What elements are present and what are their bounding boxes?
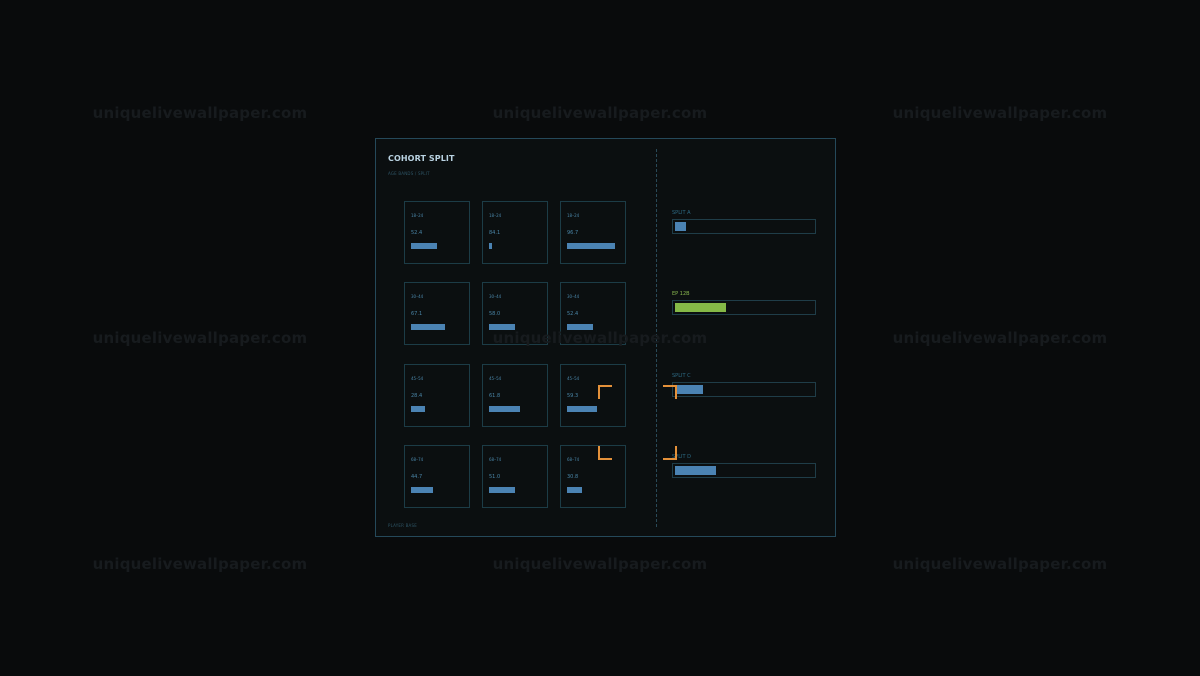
corner-bracket-icon [598,385,612,399]
watermark-text: uniquelivewallpaper.com [492,555,708,573]
cohort-cell-value: 30.8 [567,474,579,480]
cohort-cell-value: 58.0 [489,311,501,317]
cohort-cell-bar [411,406,425,412]
cohort-cell-label: 30–44 [567,294,580,299]
split-bar-fill [675,303,726,312]
cohort-cell-value: 67.1 [411,311,423,317]
cohort-cell-value: 52.4 [411,230,423,236]
cohort-cell-bar [489,487,515,493]
split-bar-track [672,463,816,478]
watermark-text: uniquelivewallpaper.com [892,104,1108,122]
cohort-cell-label: 30–44 [411,294,424,299]
cohort-cell-bar [411,243,437,249]
cohort-cell-label: 45–54 [567,376,580,381]
cohort-cell-bar [489,243,492,249]
split-bar-fill [675,385,703,394]
cohort-cell-label: 30–44 [489,294,502,299]
watermark-text: uniquelivewallpaper.com [92,329,308,347]
cohort-cell-bar [567,406,597,412]
watermark-text: uniquelivewallpaper.com [492,329,708,347]
split-bar-track [672,382,816,397]
split-bar-label: SPLIT A [672,210,691,216]
cohort-cell-value: 59.3 [567,393,579,399]
split-bar-fill [675,222,686,231]
cohort-cell-label: 68–74 [411,457,424,462]
cohort-cell: 68–74 30.8 [560,445,626,508]
cohort-cell-bar [489,406,520,412]
cohort-cell-value: 96.7 [567,230,579,236]
cohort-cell: 18–24 96.7 [560,201,626,264]
cohort-cell: 68–74 44.7 [404,445,470,508]
corner-bracket-icon [663,385,677,399]
cohort-cell-value: 84.1 [489,230,501,236]
watermark-text: uniquelivewallpaper.com [892,329,1108,347]
cohort-cell-bar [567,243,615,249]
split-bar-label: EP 12B [672,291,690,297]
watermark-text: uniquelivewallpaper.com [492,104,708,122]
watermark-text: uniquelivewallpaper.com [892,555,1108,573]
cohort-cell-label: 18–24 [489,213,502,218]
cohort-cell: 18–24 52.4 [404,201,470,264]
cohort-cell-bar [411,324,445,330]
corner-bracket-icon [598,446,612,460]
cohort-cell-value: 51.0 [489,474,501,480]
watermark-text: uniquelivewallpaper.com [92,555,308,573]
split-bar-track [672,300,816,315]
cohort-cell-label: 18–24 [567,213,580,218]
split-bar-track [672,219,816,234]
split-bar-label: SPLIT C [672,373,691,379]
panel-title: COHORT SPLIT [388,154,455,163]
cohort-cell: 45–54 59.3 [560,364,626,427]
cohort-cell: 68–74 51.0 [482,445,548,508]
cohort-cell-bar [411,487,433,493]
cohort-cell-value: 28.4 [411,393,423,399]
cohort-cell: 45–54 61.8 [482,364,548,427]
cohort-cell-label: 18–24 [411,213,424,218]
wallpaper-stage: uniquelivewallpaper.com uniquelivewallpa… [0,0,1200,676]
cohort-cell-label: 45–54 [489,376,502,381]
cohort-cell-value: 52.4 [567,311,579,317]
cohort-cell-bar [567,487,582,493]
cohort-cell-label: 68–74 [489,457,502,462]
cohort-cell: 45–54 28.4 [404,364,470,427]
cohort-cell: 18–24 84.1 [482,201,548,264]
cohort-cell-label: 45–54 [411,376,424,381]
corner-bracket-icon [663,446,677,460]
panel-subtitle: AGE BANDS / SPLIT [388,171,430,176]
split-bar-fill [675,466,716,475]
cohort-cell-value: 44.7 [411,474,423,480]
cohort-cell-value: 61.8 [489,393,501,399]
cohort-cell-label: 68–74 [567,457,580,462]
watermark-text: uniquelivewallpaper.com [92,104,308,122]
panel-footer: PLAYER BASE [388,523,417,528]
